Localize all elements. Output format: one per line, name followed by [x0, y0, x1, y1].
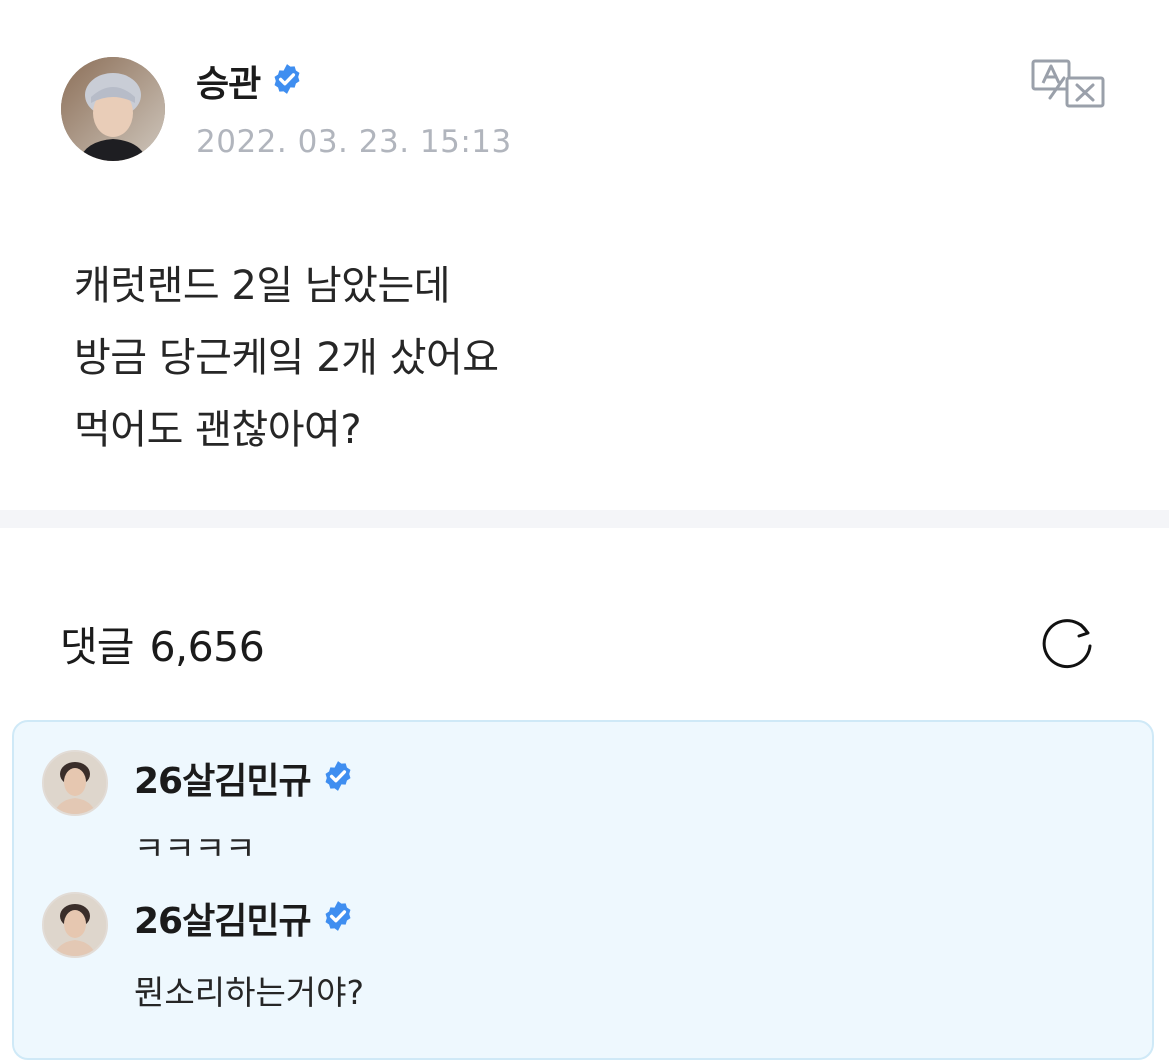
post-body-line: 먹어도 괜찮아여?	[74, 407, 362, 453]
post-header: 승관 2022. 03. 23. 15:13	[0, 0, 1169, 180]
refresh-icon	[1042, 619, 1092, 669]
comment-thread: 26살김민규 ㅋㅋㅋㅋ 26살김민규 뭔소리하는거야?	[12, 720, 1154, 1060]
post-body: 캐럿랜드 2일 남았는데 방금 당근케잌 2개 샀어요 먹어도 괜찮아여?	[74, 250, 1074, 466]
verified-badge-icon	[321, 899, 355, 937]
comment-text: 뭔소리하는거야?	[134, 973, 365, 1012]
comments-count: 6,656	[149, 623, 265, 671]
verified-badge-icon	[321, 759, 355, 797]
comment-author[interactable]: 26살김민규	[134, 752, 312, 804]
post-body-line: 방금 당근케잌 2개 샀어요	[74, 335, 499, 381]
post-date: 2022. 03. 23. 15:13	[196, 124, 512, 160]
comment-author-row: 26살김민규	[134, 752, 355, 804]
commenter-avatar[interactable]	[42, 892, 108, 958]
comment-author[interactable]: 26살김민규	[134, 892, 312, 944]
section-divider	[0, 510, 1169, 528]
post-body-line: 캐럿랜드 2일 남았는데	[74, 263, 451, 309]
refresh-button[interactable]	[1036, 612, 1098, 674]
commenter-avatar[interactable]	[42, 750, 108, 816]
comment-text: ㅋㅋㅋㅋ	[134, 829, 256, 868]
verified-badge-icon	[270, 62, 304, 100]
translate-button[interactable]	[1030, 58, 1106, 110]
translate-icon	[1031, 59, 1105, 108]
comment-author-row: 26살김민규	[134, 892, 355, 944]
comments-label: 댓글	[60, 623, 134, 671]
author-name[interactable]: 승관	[196, 55, 261, 107]
comments-header: 댓글 6,656	[60, 613, 265, 673]
author-avatar[interactable]	[61, 57, 165, 161]
author-row: 승관	[196, 55, 304, 107]
